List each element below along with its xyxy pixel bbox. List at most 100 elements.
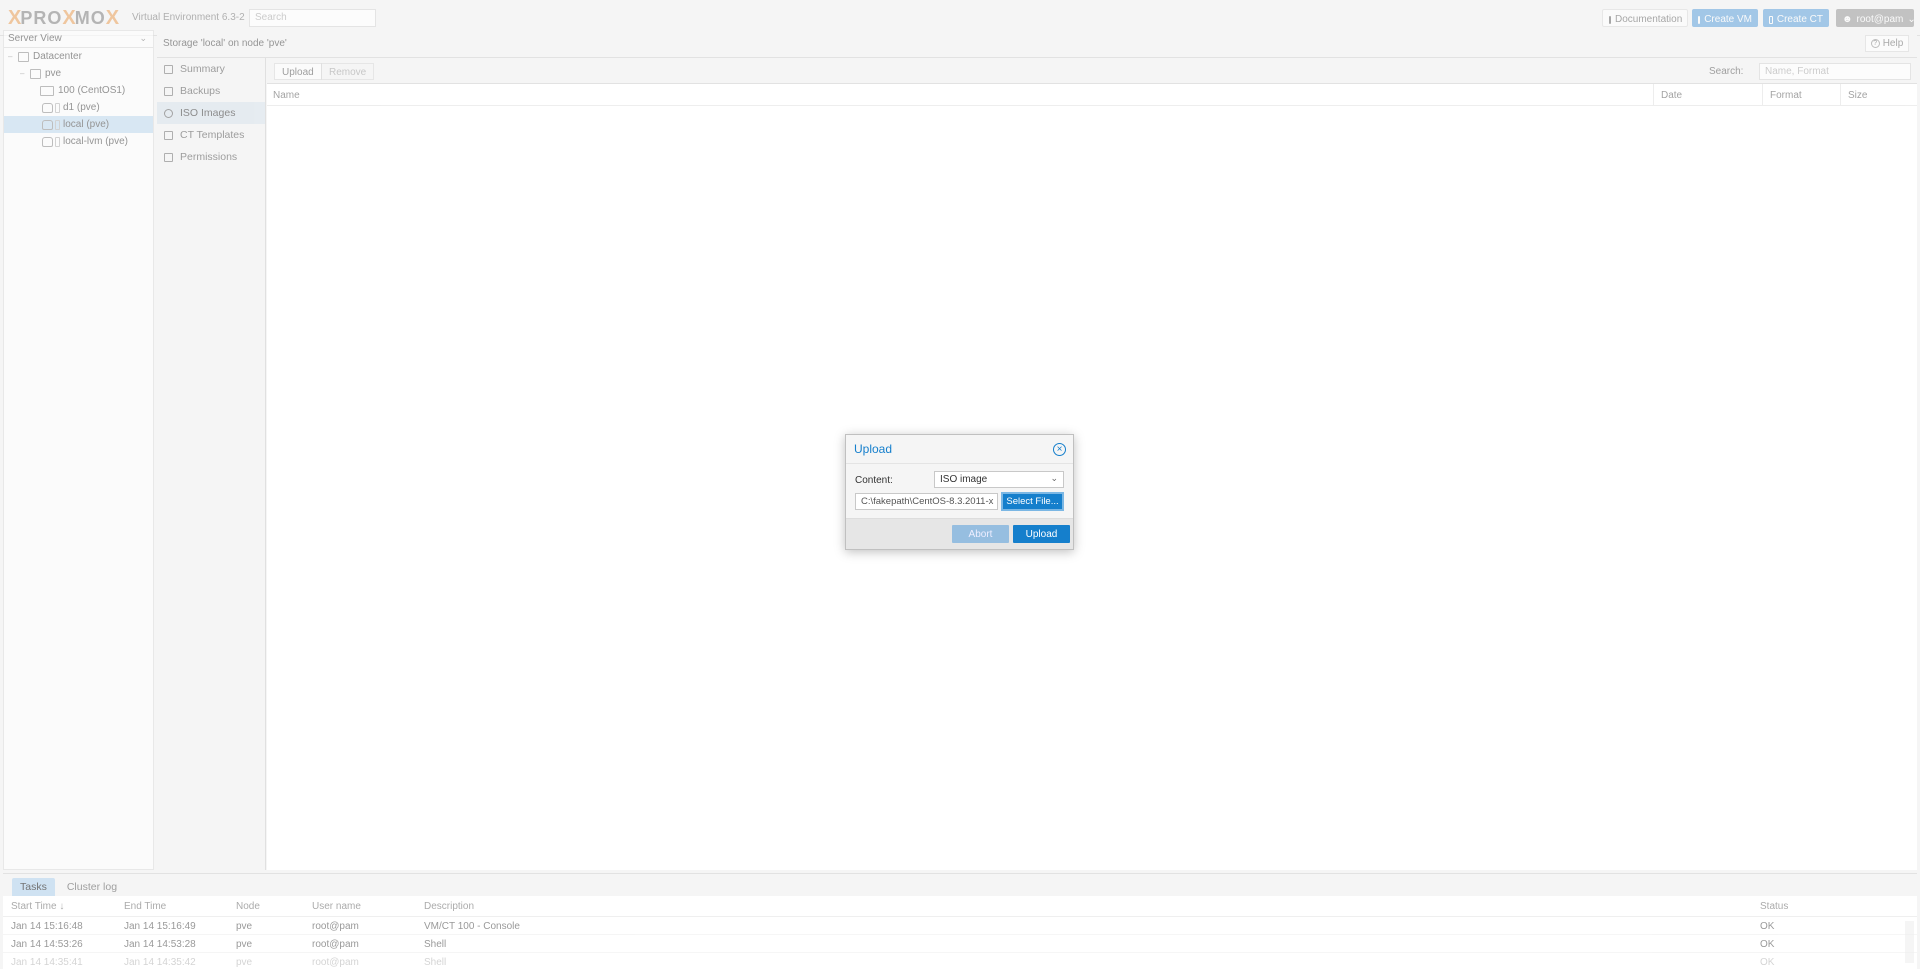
- task-status: OK: [1760, 957, 1775, 968]
- create-vm-button[interactable]: Create VM: [1692, 9, 1758, 27]
- task-description: VM/CT 100 - Console: [424, 921, 520, 932]
- task-status: OK: [1760, 939, 1775, 950]
- select-file-button[interactable]: Select File...: [1001, 492, 1064, 511]
- task-end: Jan 14 14:35:42: [124, 957, 196, 968]
- task-description: Shell: [424, 939, 447, 950]
- nav-item-permissions[interactable]: Permissions: [157, 146, 265, 168]
- dialog-header: Upload ×: [846, 435, 1073, 464]
- upload-confirm-button[interactable]: Upload: [1013, 525, 1070, 543]
- book-icon: [164, 64, 173, 74]
- tree-item-datacenter[interactable]: – Datacenter: [4, 48, 153, 65]
- logo-text-2: MO: [74, 8, 106, 28]
- proxmox-logo: X PRO X MO X: [8, 7, 119, 29]
- nav-item-iso-images[interactable]: ISO Images: [157, 102, 265, 124]
- chevron-down-icon: ⌄: [1907, 14, 1916, 25]
- column-divider: [1762, 84, 1763, 106]
- table-row[interactable]: Jan 14 14:53:26 Jan 14 14:53:28 pve root…: [3, 935, 1917, 953]
- collapse-icon[interactable]: –: [20, 69, 30, 78]
- datacenter-icon: [18, 51, 29, 62]
- grid-search-input[interactable]: Name, Format: [1759, 63, 1911, 80]
- remove-button[interactable]: Remove: [321, 63, 375, 80]
- column-date[interactable]: Date: [1661, 90, 1682, 101]
- version-label: Virtual Environment 6.3-2: [132, 12, 245, 23]
- database-icon: [42, 119, 53, 130]
- task-start: Jan 14 14:35:41: [11, 957, 83, 968]
- create-vm-label: Create VM: [1704, 14, 1752, 25]
- page-title: Storage 'local' on node 'pve': [163, 38, 287, 49]
- tree-item-label: d1 (pve): [63, 102, 100, 113]
- chevron-down-icon: ⌄: [1050, 473, 1058, 483]
- iso-grid-panel: Upload Remove Search: Name, Format Name …: [267, 58, 1917, 870]
- tab-tasks[interactable]: Tasks: [12, 878, 55, 896]
- tree-item-label: local (pve): [63, 119, 110, 130]
- table-row[interactable]: Jan 14 15:16:48 Jan 14 15:16:49 pve root…: [3, 917, 1917, 935]
- question-circle-icon: ?: [1870, 39, 1880, 48]
- storage-icon: [55, 136, 60, 147]
- nav-item-label: Permissions: [180, 151, 238, 163]
- task-user: root@pam: [312, 921, 359, 932]
- column-node[interactable]: Node: [236, 901, 260, 912]
- column-size[interactable]: Size: [1848, 90, 1867, 101]
- content-label: Content:: [855, 475, 893, 486]
- database-icon: [42, 136, 53, 147]
- column-name[interactable]: Name: [273, 90, 300, 101]
- column-divider: [1653, 84, 1654, 106]
- task-start: Jan 14 14:53:26: [11, 939, 83, 950]
- nav-item-backups[interactable]: Backups: [157, 80, 265, 102]
- content-type-select[interactable]: ISO image ⌄: [934, 471, 1064, 488]
- column-start-time[interactable]: Start Time ↓: [11, 901, 64, 912]
- task-node: pve: [236, 921, 253, 932]
- create-ct-button[interactable]: Create CT: [1763, 9, 1829, 27]
- tree-item-label: pve: [45, 68, 62, 79]
- view-selector[interactable]: Server View ⌄: [4, 31, 153, 48]
- tree-item-storage[interactable]: d1 (pve): [4, 99, 153, 116]
- server-icon: [30, 68, 41, 79]
- nav-item-label: Backups: [180, 85, 221, 97]
- book-icon: [1609, 15, 1611, 24]
- database-icon: [42, 102, 53, 113]
- documentation-button[interactable]: Documentation: [1602, 9, 1688, 27]
- collapse-icon[interactable]: –: [8, 52, 18, 61]
- column-user[interactable]: User name: [312, 901, 361, 912]
- help-button[interactable]: ? Help: [1865, 35, 1909, 52]
- column-end-time[interactable]: End Time: [124, 901, 166, 912]
- tree-item-label: Datacenter: [33, 51, 82, 62]
- user-menu-button[interactable]: ☻ root@pam ⌄: [1836, 9, 1916, 27]
- grid-column-header: Name Date Format Size: [267, 84, 1917, 106]
- grid-toolbar: Upload Remove Search: Name, Format: [267, 58, 1917, 84]
- table-row[interactable]: Jan 14 14:35:41 Jan 14 14:35:42 pve root…: [3, 953, 1917, 969]
- task-user: root@pam: [312, 939, 359, 950]
- column-description[interactable]: Description: [424, 901, 474, 912]
- logo-x-mark-middle: X: [62, 7, 75, 29]
- nav-item-ct-templates[interactable]: CT Templates: [157, 124, 265, 146]
- tree-item-node[interactable]: – pve: [4, 65, 153, 82]
- column-format[interactable]: Format: [1770, 90, 1802, 101]
- chevron-down-icon: ⌄: [139, 33, 147, 43]
- task-description: Shell: [424, 957, 447, 968]
- search-label: Search:: [1709, 66, 1744, 77]
- task-end: Jan 14 14:53:28: [124, 939, 196, 950]
- task-end: Jan 14 15:16:49: [124, 921, 196, 932]
- column-status[interactable]: Status: [1760, 901, 1788, 912]
- content-header: Storage 'local' on node 'pve' ? Help: [157, 30, 1917, 58]
- search-input[interactable]: Search: [249, 9, 376, 27]
- task-node: pve: [236, 957, 253, 968]
- close-circle-icon[interactable]: ×: [1053, 443, 1066, 456]
- view-selector-value: Server View: [8, 33, 62, 44]
- tree-item-storage[interactable]: local-lvm (pve): [4, 133, 153, 150]
- logo-x-mark-end: X: [105, 7, 119, 29]
- column-divider: [1840, 84, 1841, 106]
- disc-icon: [164, 108, 173, 118]
- tree-item-storage-selected[interactable]: local (pve): [4, 116, 153, 133]
- abort-button[interactable]: Abort: [952, 525, 1009, 543]
- cube-icon: [1769, 15, 1773, 24]
- tree-item-vm[interactable]: 100 (CentOS1): [4, 82, 153, 99]
- resource-tree-panel: Server View ⌄ – Datacenter – pve 100 (Ce…: [3, 30, 154, 870]
- task-start: Jan 14 15:16:48: [11, 921, 83, 932]
- upload-button[interactable]: Upload: [274, 63, 322, 80]
- task-scrollbar[interactable]: [1905, 921, 1914, 963]
- tab-cluster-log[interactable]: Cluster log: [59, 878, 125, 896]
- file-path-field[interactable]: C:\fakepath\CentOS-8.3.2011-x: [855, 493, 998, 510]
- nav-item-summary[interactable]: Summary: [157, 58, 265, 80]
- storage-nav: Summary Backups ISO Images CT Templates …: [157, 58, 266, 870]
